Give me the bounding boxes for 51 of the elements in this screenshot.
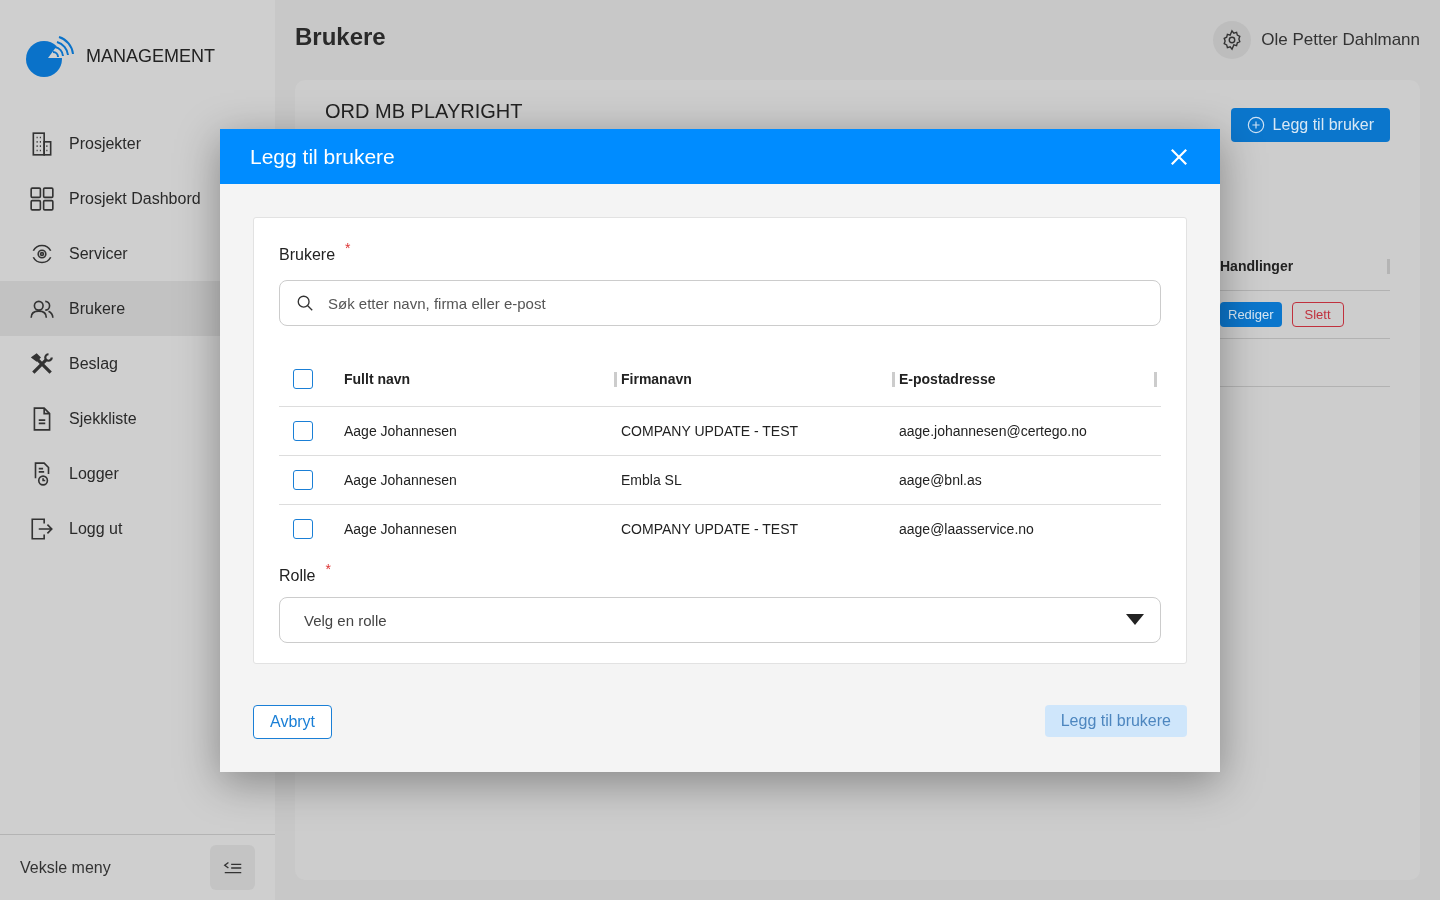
sidebar-item[interactable]: Prosjekt Dashbord <box>0 171 275 226</box>
settings-button[interactable] <box>1213 21 1252 59</box>
table-cell: Aage Johannesen <box>344 423 457 439</box>
dialog-title: Legg til brukere <box>250 144 395 169</box>
search-field[interactable]: Søk etter navn, firma eller e-post <box>279 280 1161 326</box>
grid-icon <box>29 185 55 212</box>
table-cell: aage.johannesen@certego.no <box>899 423 1087 439</box>
required-mark: * <box>325 561 331 579</box>
project-title: ORD MB PLAYRIGHT <box>325 100 523 123</box>
table-cell: Aage Johannesen <box>344 472 457 488</box>
table-cell: aage@bnl.as <box>899 472 982 488</box>
column-header: Fullt navn <box>344 371 411 387</box>
table-cell: Embla SL <box>621 472 682 488</box>
cancel-button[interactable]: Avbryt <box>253 705 333 739</box>
column-header: E-postadresse <box>899 371 996 387</box>
sidebar-item[interactable]: Beslag <box>0 336 275 391</box>
user-name: Ole Petter Dahlmann <box>1261 30 1420 50</box>
add-user-button[interactable]: Legg til bruker <box>1230 108 1390 142</box>
sidebar-item[interactable]: Logg ut <box>0 501 275 556</box>
field-label: Brukere <box>279 246 336 264</box>
caret-icon <box>1126 614 1144 626</box>
toggle-menu-label: Veksle meny <box>20 858 111 877</box>
delete-button[interactable]: Slett <box>1291 302 1344 327</box>
search-input[interactable]: Søk etter navn, firma eller e-post <box>326 293 1144 313</box>
required-mark: * <box>345 240 351 258</box>
table-cell: Aage Johannesen <box>344 521 457 537</box>
logout-icon <box>29 515 55 542</box>
sidebar-item[interactable]: Servicer <box>0 226 275 281</box>
table-cell: aage@laasservice.no <box>899 521 1034 537</box>
close-icon <box>1170 147 1188 166</box>
column-header: Firmanavn <box>621 371 692 387</box>
logo-icon <box>24 33 74 79</box>
brand-name: MANAGEMENT <box>86 45 215 67</box>
page-title: Brukere <box>295 23 386 52</box>
toggle-menu-button[interactable] <box>210 845 255 890</box>
close-button[interactable] <box>1170 147 1188 166</box>
search-icon <box>296 294 314 312</box>
role-select[interactable]: Velg en rolle <box>279 597 1161 643</box>
tools-icon <box>29 350 55 377</box>
sidebar-item[interactable]: Logger <box>0 446 275 501</box>
field-label: Rolle <box>279 567 316 585</box>
table-cell: COMPANY UPDATE - TEST <box>621 521 799 537</box>
sidebar-item[interactable]: Sjekkliste <box>0 391 275 446</box>
column-header: Handlinger <box>1220 258 1294 274</box>
row-checkbox[interactable] <box>293 519 313 539</box>
table-cell: COMPANY UPDATE - TEST <box>621 423 799 439</box>
plus-circle-icon <box>1246 116 1265 134</box>
row-checkbox[interactable] <box>293 470 313 490</box>
edit-button[interactable]: Rediger <box>1220 302 1282 327</box>
row-checkbox[interactable] <box>293 421 313 441</box>
select-all-checkbox[interactable] <box>293 369 313 389</box>
